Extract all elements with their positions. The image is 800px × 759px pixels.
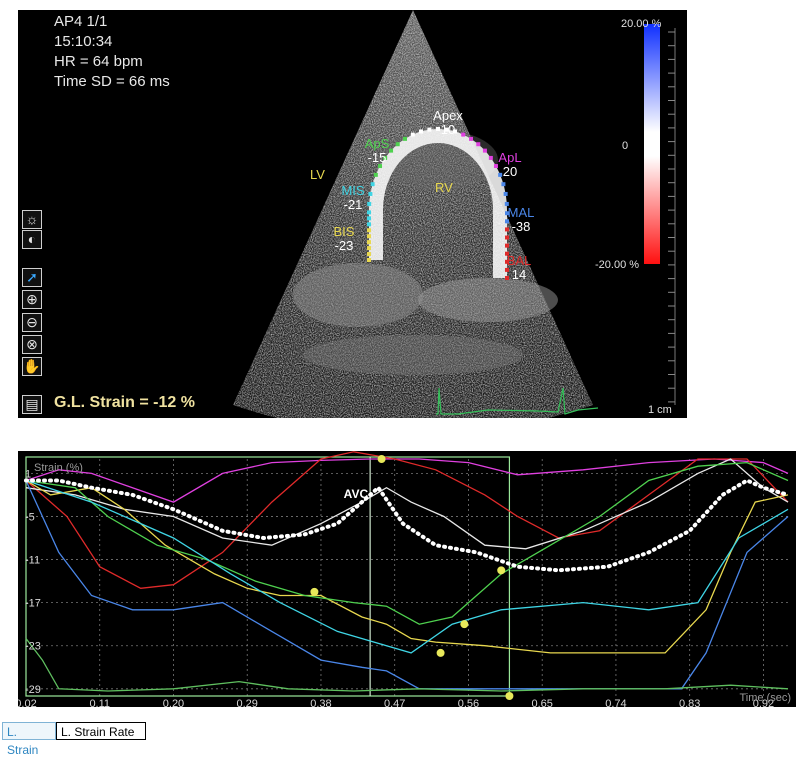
y-tick-label: -23 [25,641,41,653]
trace-point [482,148,487,153]
trace-point [370,182,375,187]
segment-value-apl: 20 [502,164,518,179]
x-tick-label: 0.56 [458,698,479,707]
segment-label-bal: BAL [506,253,532,268]
global-strain-readout: G.L. Strain = -12 % [54,394,195,411]
segment-value-mis: -21 [343,197,363,212]
x-tick-label: 0.20 [163,698,184,707]
curve-marker-2 [377,455,386,463]
colorbar-bottom-label: -20.00 % [595,259,640,271]
strain-series-2 [25,451,789,589]
trace-point [418,129,423,134]
strain-color-bar [644,24,660,264]
colorbar-mid-label: 0 [622,140,629,152]
trace-point [367,258,371,262]
trace-point [367,216,371,221]
x-tick-label: 0.74 [605,698,626,707]
y-tick-label: 1 [25,468,31,480]
trace-point [395,142,400,147]
zoom-out-icon[interactable]: ⊖ [22,313,42,332]
strain-chart-panel: 0.02 0.11 0.20 0.29 0.38 0.47 0.56 0.65 0.74 0.83… [18,451,796,707]
strain-series-4 [25,479,789,654]
trace-point [505,243,509,248]
segment-value-apex: 10 [440,122,456,137]
depth-scale-ticks [668,31,675,403]
heart-rate: HR = 64 bpm [54,53,143,70]
trace-point [403,136,408,141]
x-tick-label: 0.83 [679,698,700,707]
trace-point [367,228,371,233]
trace-point [503,191,508,196]
chart-grid [25,459,788,696]
trace-point [476,142,481,147]
trace-point [505,235,509,240]
segment-value-aps: -15 [367,150,387,165]
reset-icon[interactable]: ⊗ [22,335,42,354]
x-axis-label: Time (sec) [739,692,791,704]
strain-series-7 [25,479,789,654]
x-tick-label: 0.47 [384,698,405,707]
curve-marker-3 [436,648,445,657]
chamber-label-rv: RV [435,180,453,195]
book-icon[interactable]: ▤ [22,395,42,414]
average-strain-curve [24,478,790,573]
curve-marker-1 [310,587,319,596]
chamber-label-lv: LV [310,167,325,182]
contrast-icon[interactable]: ◐ [22,230,42,249]
echo-image-panel: AP4 1/1 15:10:34 HR = 64 bpm Time SD = 6… [18,10,687,418]
x-tick-label: 0.02 [18,698,37,707]
segment-value-bis: -23 [334,238,354,253]
clock-time: 15:10:34 [54,33,113,50]
segment-label-apex: Apex [433,108,463,123]
scale-unit: 1 cm [648,404,672,416]
tissue-lower [303,335,523,375]
y-tick-label: -29 [25,684,41,696]
y-tick-label: -5 [25,511,35,523]
strain-series-8 [25,638,789,692]
segment-value-mal: -38 [511,219,531,234]
segment-label-aps: ApS [364,136,390,151]
tissue-base-right [418,278,558,322]
brightness-icon[interactable]: ☼ [22,210,42,229]
curve-marker-6 [505,692,514,700]
curve-marker-5 [497,566,506,575]
pan-icon[interactable]: ✋ [22,357,42,376]
x-tick-label: 0.65 [531,698,552,707]
zoom-in-icon[interactable]: ⊕ [22,290,42,309]
segment-label-apl: ApL [498,150,522,165]
trace-point [367,252,371,257]
segment-label-mal: MAL [507,205,535,220]
select-icon[interactable]: ➚ [22,268,42,287]
trace-point [468,136,473,141]
tissue-base-left [293,263,423,327]
y-axis-label: Strain (%) [34,462,83,474]
x-tick-label: 0.29 [237,698,258,707]
trace-point [367,240,371,245]
tab-l-strain[interactable]: L. Strain [2,722,56,757]
x-tick-label: 0.38 [310,698,331,707]
y-tick-label: -11 [25,555,40,567]
y-tick-label: -17 [25,598,41,610]
trace-point [367,222,371,227]
avc-label: AVC [344,487,369,501]
trace-point [410,132,415,137]
segment-curves [25,451,789,692]
curve-marker-4 [460,620,469,629]
trace-point [367,246,371,251]
tab-l-strain-rate[interactable]: L. Strain Rate [56,722,146,740]
view-label: AP4 1/1 [54,13,108,30]
x-tick-label: 0.11 [89,698,110,707]
segment-value-bal: 14 [511,267,527,282]
segment-label-bis: BIS [333,224,355,239]
trace-point [373,172,378,177]
trace-point [501,182,506,187]
colorbar-top-label: 20.00 % [621,18,662,30]
time-sd: Time SD = 66 ms [54,73,170,90]
trace-point [367,234,371,239]
segment-label-mis: MIS [341,183,365,198]
strain-chart: 0.02 0.11 0.20 0.29 0.38 0.47 0.56 0.65 0.74 0.83… [18,451,791,707]
